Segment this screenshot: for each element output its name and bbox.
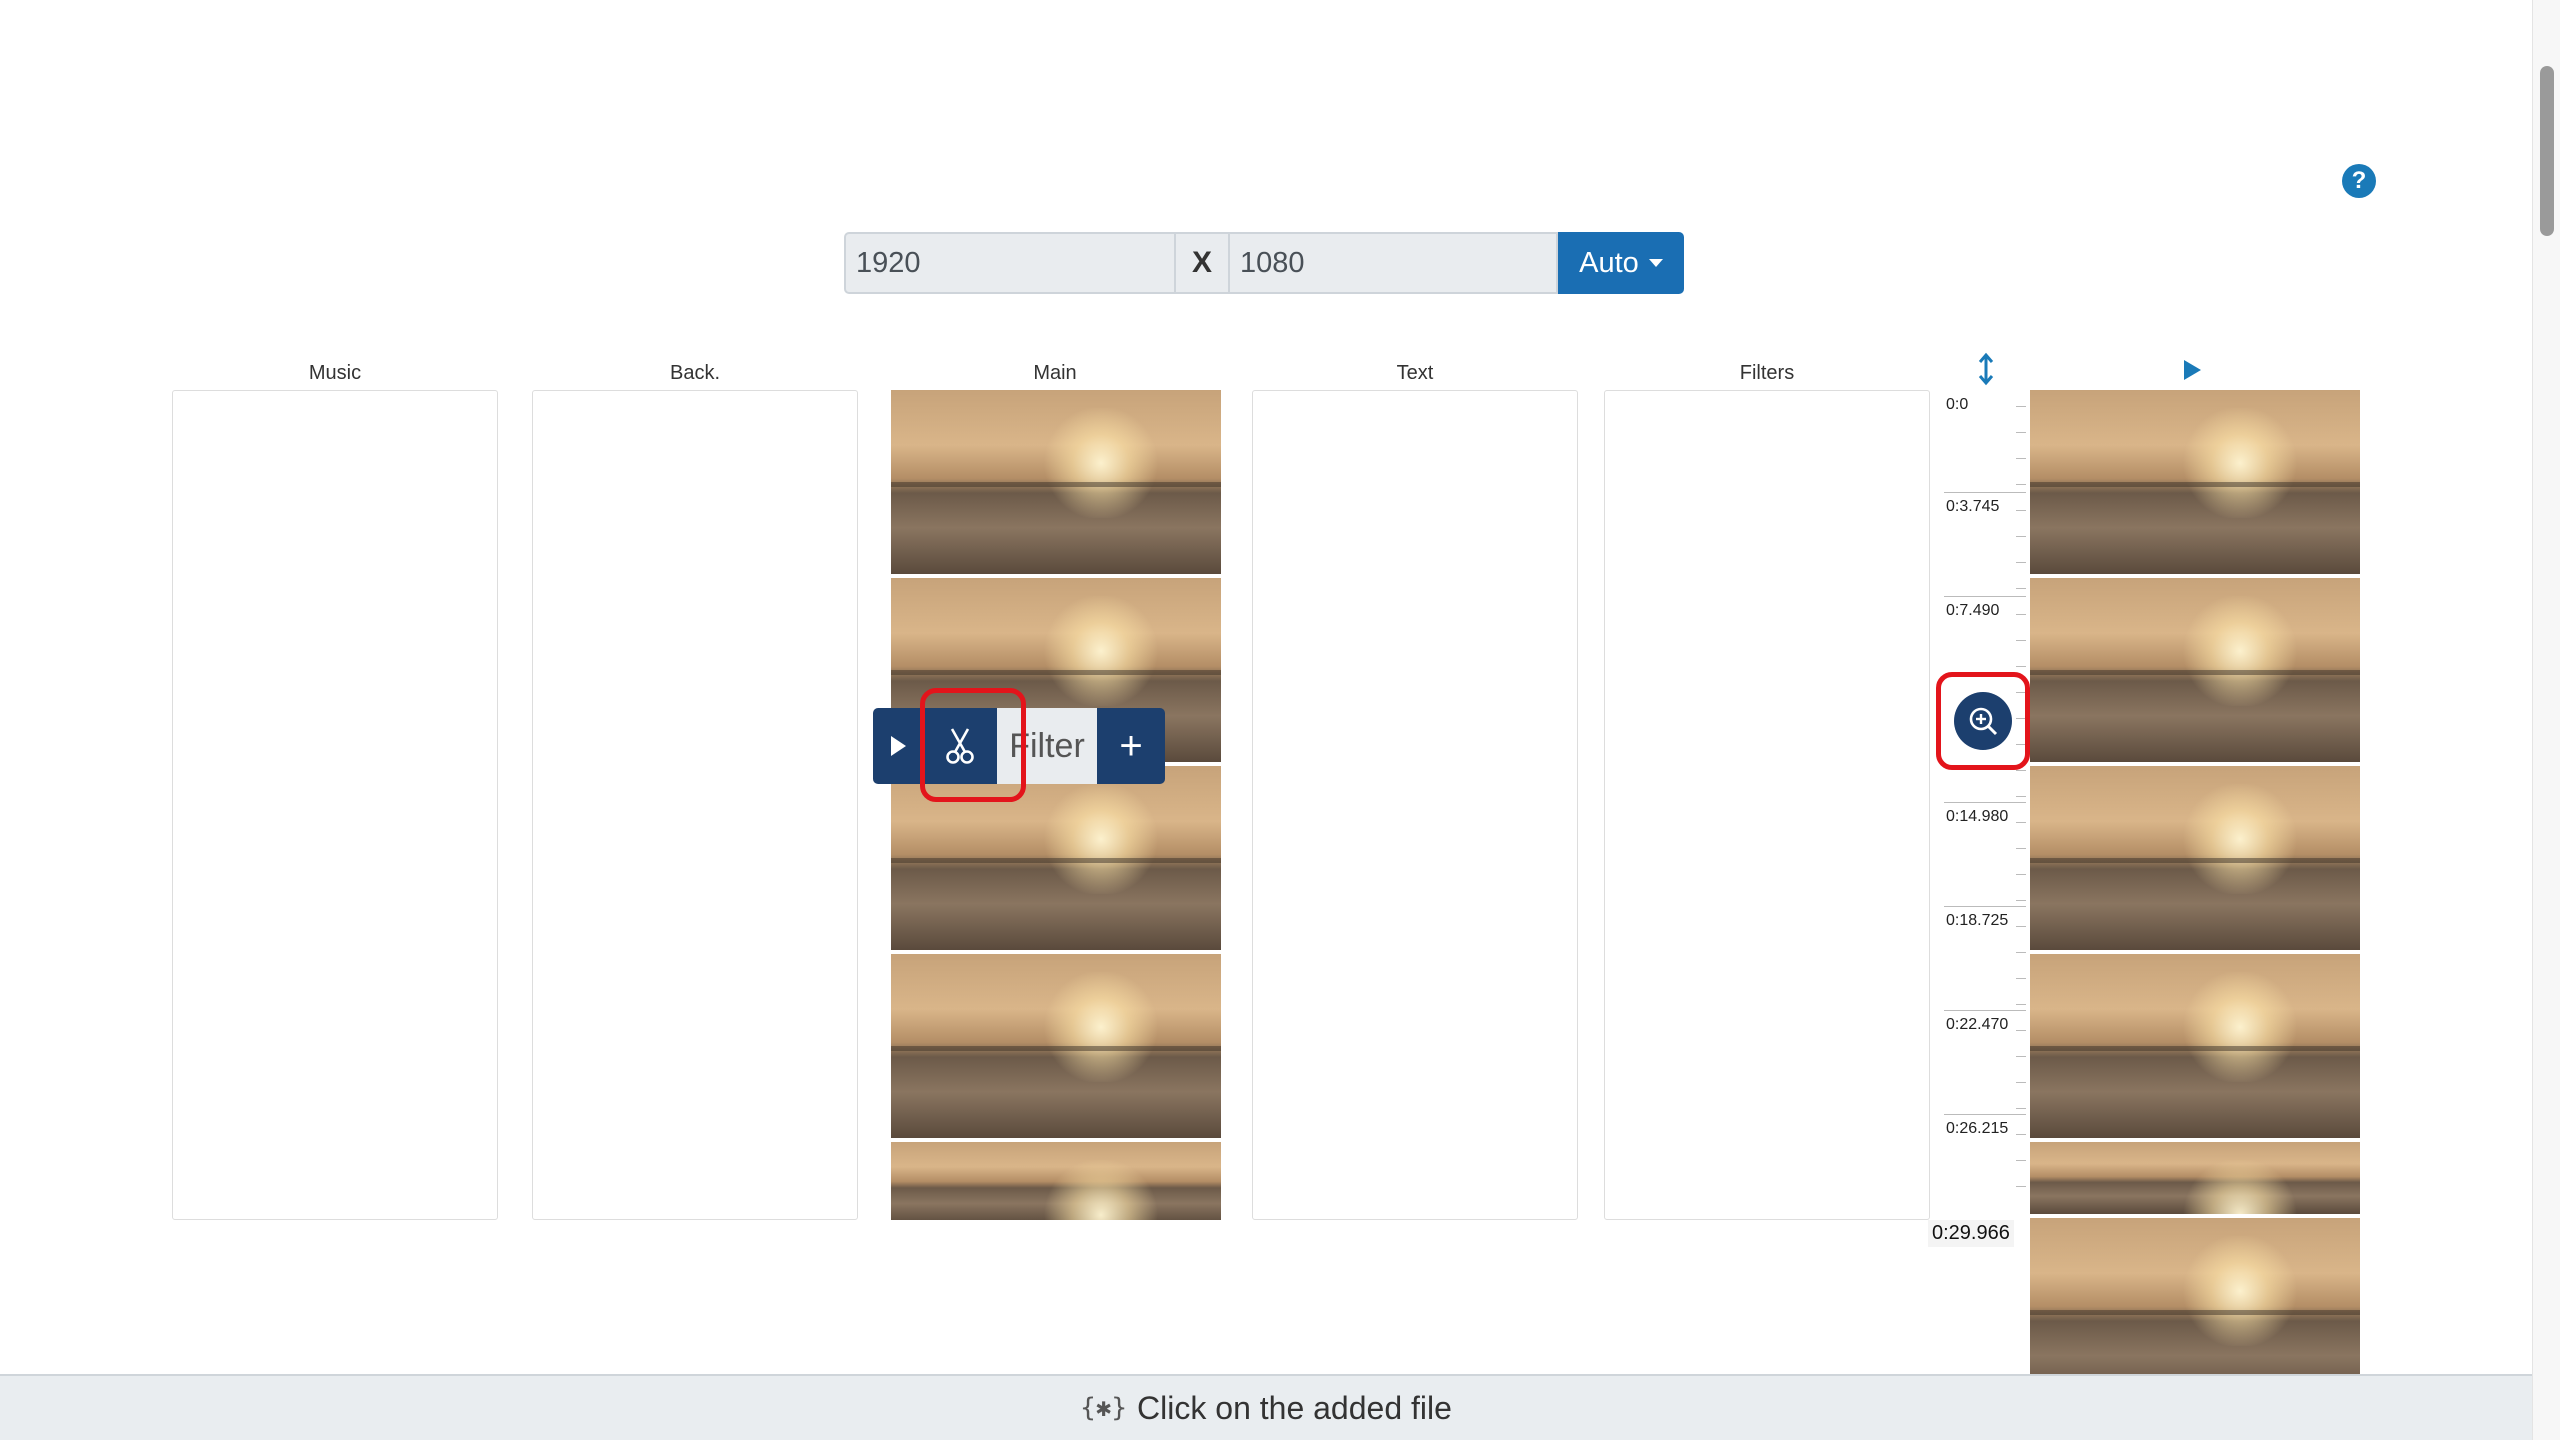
page-scrollbar[interactable] — [2532, 0, 2560, 1440]
preview-strip[interactable] — [2030, 390, 2360, 1374]
timeline-tick-label: 0:22.470 — [1946, 1016, 2009, 1033]
column-label-filters: Filters — [1739, 362, 1795, 384]
text-track[interactable] — [1252, 390, 1578, 1220]
timeline-minor-tick — [2016, 848, 2026, 849]
caret-down-icon — [1648, 259, 1663, 267]
timeline-tick-label: 0:3.745 — [1946, 498, 2000, 515]
timeline-minor-tick — [2016, 588, 2026, 589]
timeline-minor-tick — [2016, 900, 2026, 901]
video-editor: ? 1920 X 1080 Auto Music Back. Main Text… — [0, 0, 2560, 1440]
timeline-major-tick — [1944, 1114, 2026, 1115]
timeline-minor-tick — [2016, 1056, 2026, 1057]
highlight-ring — [1936, 672, 2030, 770]
timeline-minor-tick — [2016, 952, 2026, 953]
timeline-minor-tick — [2016, 822, 2026, 823]
timeline-tick-label: 0:18.725 — [1946, 912, 2009, 929]
preview-frame-thumbnail[interactable] — [2030, 1142, 2360, 1214]
timeline-end-time: 0:29.966 — [1928, 1220, 2014, 1247]
timeline-minor-tick — [2016, 406, 2026, 407]
timeline-major-tick — [1944, 1010, 2026, 1011]
hint-icon: {✱} — [1080, 1393, 1128, 1423]
timeline-minor-tick — [2016, 1030, 2026, 1031]
preview-frame-thumbnail[interactable] — [2030, 390, 2360, 574]
background-track[interactable] — [532, 390, 858, 1220]
timeline-minor-tick — [2016, 1186, 2026, 1187]
preview-frame-thumbnail[interactable] — [2030, 954, 2360, 1138]
column-label-music: Music — [308, 362, 362, 384]
timeline-major-tick — [1944, 596, 2026, 597]
help-icon[interactable]: ? — [2342, 164, 2376, 198]
timeline-minor-tick — [2016, 978, 2026, 979]
timeline-minor-tick — [2016, 640, 2026, 641]
help-label: ? — [2351, 167, 2367, 194]
timeline-minor-tick — [2016, 1082, 2026, 1083]
column-label-main: Main — [1033, 362, 1077, 384]
resolution-mode-label: Auto — [1579, 246, 1639, 279]
resolution-bar: 1920 X 1080 Auto — [844, 232, 1684, 294]
vertical-resize-icon[interactable] — [1976, 352, 1996, 386]
hint-text: Click on the added file — [1137, 1389, 1452, 1426]
timeline-ruler[interactable]: 0:0 0:3.745 0:7.490 0:14.980 0:18.725 0:… — [1932, 390, 2026, 1220]
timeline-minor-tick — [2016, 926, 2026, 927]
column-label-text: Text — [1396, 362, 1434, 384]
timeline-minor-tick — [2016, 874, 2026, 875]
timeline-major-tick — [1944, 906, 2026, 907]
preview-frame-thumbnail[interactable] — [2030, 766, 2360, 950]
timeline-minor-tick — [2016, 614, 2026, 615]
timeline-minor-tick — [2016, 666, 2026, 667]
main-track[interactable] — [891, 390, 1221, 1220]
timeline-tick-label: 0:0 — [1946, 396, 1969, 413]
timeline-tick-label: 0:14.980 — [1946, 808, 2009, 825]
width-input[interactable]: 1920 — [844, 232, 1176, 294]
resolution-mode-dropdown[interactable]: Auto — [1558, 232, 1684, 294]
add-clip-button[interactable]: + — [1097, 708, 1165, 784]
timeline-minor-tick — [2016, 536, 2026, 537]
preview-frame-thumbnail[interactable] — [2030, 578, 2360, 762]
timeline-minor-tick — [2016, 796, 2026, 797]
timeline-minor-tick — [2016, 562, 2026, 563]
timeline-minor-tick — [2016, 432, 2026, 433]
timeline-minor-tick — [2016, 1134, 2026, 1135]
timeline-minor-tick — [2016, 1108, 2026, 1109]
scrollbar-thumb[interactable] — [2540, 66, 2554, 236]
timeline-major-tick — [1944, 802, 2026, 803]
preview-play-icon[interactable] — [2184, 360, 2201, 380]
resolution-separator: X — [1176, 232, 1228, 294]
play-icon — [890, 736, 906, 756]
music-track[interactable] — [172, 390, 498, 1220]
filters-track[interactable] — [1604, 390, 1930, 1220]
video-frame-thumbnail[interactable] — [891, 390, 1221, 574]
timeline-tick-label: 0:7.490 — [1946, 602, 2000, 619]
timeline-minor-tick — [2016, 770, 2026, 771]
height-input[interactable]: 1080 — [1228, 232, 1558, 294]
video-frame-thumbnail[interactable] — [891, 954, 1221, 1138]
highlight-ring — [920, 688, 1026, 802]
timeline-tick-label: 0:26.215 — [1946, 1120, 2009, 1137]
video-frame-thumbnail[interactable] — [891, 1142, 1221, 1220]
timeline-major-tick — [1944, 492, 2026, 493]
preview-frame-thumbnail[interactable] — [2030, 1218, 2360, 1374]
timeline-minor-tick — [2016, 510, 2026, 511]
timeline-minor-tick — [2016, 484, 2026, 485]
timeline-minor-tick — [2016, 1004, 2026, 1005]
column-label-background: Back. — [669, 362, 721, 384]
play-clip-button[interactable] — [873, 708, 923, 784]
timeline-minor-tick — [2016, 458, 2026, 459]
hint-bar: {✱} Click on the added file — [0, 1374, 2532, 1440]
timeline-minor-tick — [2016, 1160, 2026, 1161]
